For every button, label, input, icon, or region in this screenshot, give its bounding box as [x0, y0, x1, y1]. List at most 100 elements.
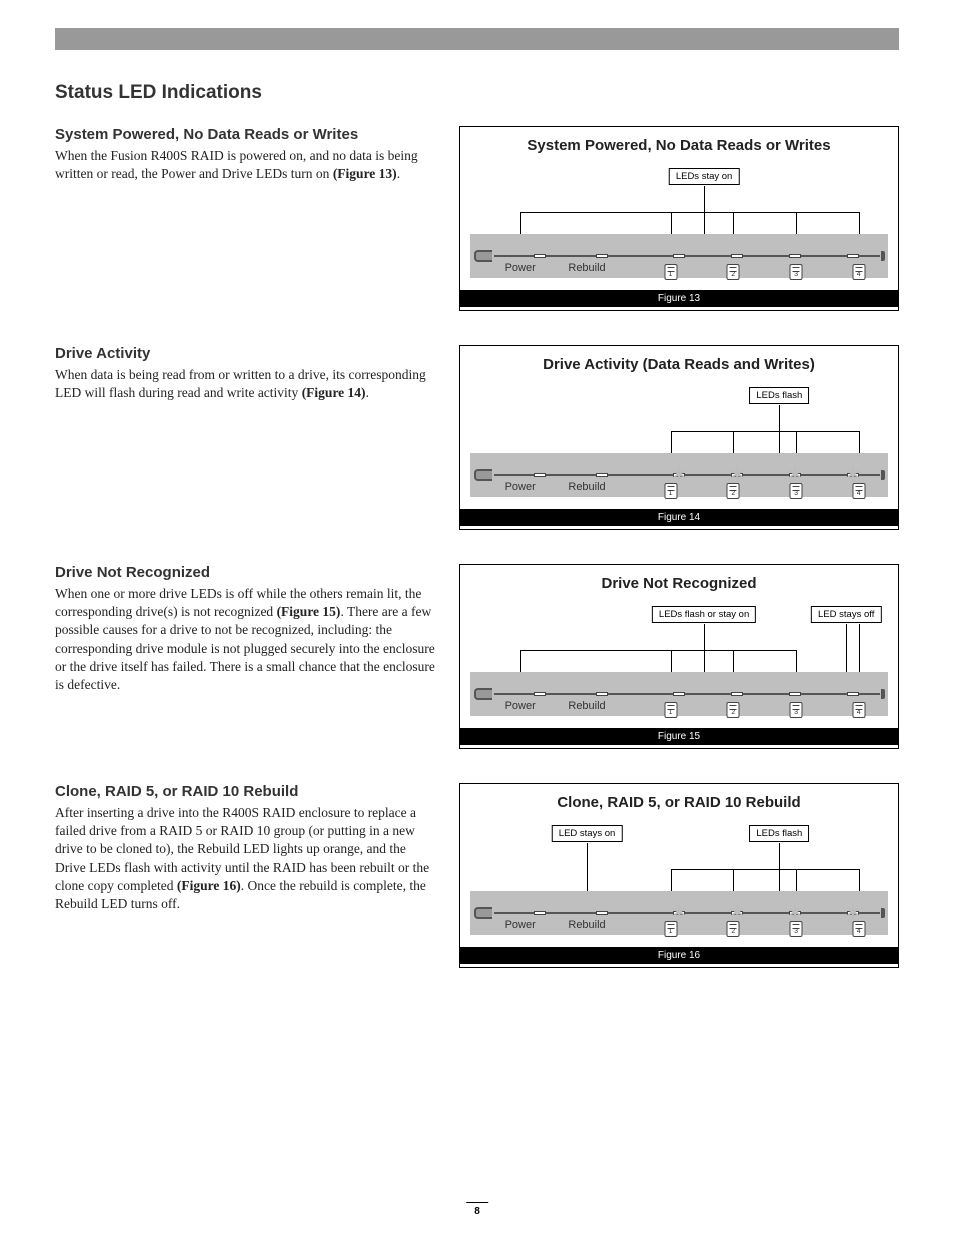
drive-number: 4	[853, 708, 864, 717]
drive-icon: 3	[790, 264, 803, 280]
section-heading: Clone, RAID 5, or RAID 10 Rebuild	[55, 783, 435, 800]
led-indicator	[534, 473, 546, 477]
section-heading: Drive Not Recognized	[55, 564, 435, 581]
led-indicator	[534, 254, 546, 258]
figure-caption: Figure 14	[460, 509, 898, 526]
led-indicator	[789, 254, 801, 258]
page-title: Status LED Indications	[55, 82, 899, 104]
label-row: PowerRebuild1234	[470, 481, 888, 499]
text-column: Clone, RAID 5, or RAID 10 Rebuild After i…	[55, 783, 435, 913]
figure: Drive Activity (Data Reads and Writes) LE…	[459, 345, 899, 530]
chassis: ✶✶✶✶PowerRebuild1234	[470, 891, 888, 935]
power-label: Power	[505, 919, 536, 931]
led-indicator	[596, 911, 608, 915]
led-indicator	[534, 911, 546, 915]
drive-number: 4	[853, 489, 864, 498]
figure: System Powered, No Data Reads or Writes L…	[459, 126, 899, 311]
text-column: Drive Not Recognized When one or more dri…	[55, 564, 435, 694]
body-bold: (Figure 15)	[277, 604, 341, 619]
drive-icon: 3	[790, 483, 803, 499]
drive-icon: 1	[664, 702, 677, 718]
led-indicator	[789, 692, 801, 696]
drive-number: 1	[665, 270, 676, 279]
figure-caption: Figure 13	[460, 290, 898, 307]
drive-icon: 2	[727, 921, 740, 937]
text-column: Drive ActivityWhen data is being read fr…	[55, 345, 435, 402]
drive-number: 3	[791, 489, 802, 498]
drive-number: 4	[853, 927, 864, 936]
label-row: PowerRebuild1234	[470, 262, 888, 280]
header-bar	[55, 28, 899, 50]
power-label: Power	[505, 481, 536, 493]
diagram: LEDs flash✶✶✶✶PowerRebuild1234	[470, 379, 888, 509]
body-bold: (Figure 13)	[333, 166, 397, 181]
section: System Powered, No Data Reads or Writes W…	[55, 126, 899, 311]
callout: LEDs flash	[749, 825, 809, 842]
callout: LEDs flash	[749, 387, 809, 404]
drive-icon: 2	[727, 483, 740, 499]
drive-icon: 4	[852, 264, 865, 280]
led-indicator	[847, 692, 859, 696]
drive-icon: 3	[790, 921, 803, 937]
drive-number: 1	[665, 927, 676, 936]
figure-title: Drive Not Recognized	[460, 565, 898, 598]
page-number: 8	[466, 1202, 488, 1217]
led-indicator	[847, 254, 859, 258]
led-indicator	[596, 254, 608, 258]
drive-number: 2	[728, 708, 739, 717]
callout: LEDs stay on	[669, 168, 740, 185]
body-post: .	[366, 385, 369, 400]
leader-line	[846, 624, 847, 676]
drive-icon: 2	[727, 264, 740, 280]
figure: Clone, RAID 5, or RAID 10 Rebuild LED sta…	[459, 783, 899, 968]
section: Drive Not Recognized When one or more dri…	[55, 564, 899, 749]
section-body: After inserting a drive into the R400S R…	[55, 804, 435, 913]
body-post: .	[397, 166, 400, 181]
body-bold: (Figure 14)	[302, 385, 366, 400]
section-body: When data is being read from or written …	[55, 366, 435, 402]
drive-number: 1	[665, 708, 676, 717]
drive-number: 2	[728, 489, 739, 498]
chassis: ✶✶✶✶PowerRebuild1234	[470, 453, 888, 497]
drive-number: 1	[665, 489, 676, 498]
figure: Drive Not RecognizedLEDs flash or stay o…	[459, 564, 899, 749]
led-indicator	[596, 692, 608, 696]
section-body: When the Fusion R400S RAID is powered on…	[55, 147, 435, 183]
section-heading: System Powered, No Data Reads or Writes	[55, 126, 435, 143]
diagram: LEDs stay onPowerRebuild1234	[470, 160, 888, 290]
drive-number: 2	[728, 270, 739, 279]
rebuild-label: Rebuild	[568, 700, 605, 712]
chassis: PowerRebuild1234	[470, 234, 888, 278]
drive-icon: 3	[790, 702, 803, 718]
body-pre: When data is being read from or written …	[55, 367, 426, 400]
section: Clone, RAID 5, or RAID 10 Rebuild After i…	[55, 783, 899, 968]
callout: LED stays off	[811, 606, 881, 623]
body-bold: (Figure 16)	[177, 878, 241, 893]
drive-number: 4	[853, 270, 864, 279]
power-label: Power	[505, 262, 536, 274]
drive-icon: 1	[664, 264, 677, 280]
drive-icon: 2	[727, 702, 740, 718]
chassis: PowerRebuild1234	[470, 672, 888, 716]
drive-icon: 1	[664, 483, 677, 499]
drive-icon: 4	[852, 702, 865, 718]
drive-number: 2	[728, 927, 739, 936]
leader-line	[520, 650, 796, 651]
led-indicator	[731, 692, 743, 696]
drive-icon: 1	[664, 921, 677, 937]
section-body: When one or more drive LEDs is off while…	[55, 585, 435, 694]
label-row: PowerRebuild1234	[470, 700, 888, 718]
figure-title: System Powered, No Data Reads or Writes	[460, 127, 898, 160]
figure-title: Drive Activity (Data Reads and Writes)	[460, 346, 898, 379]
callout: LED stays on	[552, 825, 623, 842]
leader-line	[671, 431, 859, 432]
led-indicator	[731, 254, 743, 258]
section: Drive ActivityWhen data is being read fr…	[55, 345, 899, 530]
drive-icon: 4	[852, 921, 865, 937]
figure-caption: Figure 16	[460, 947, 898, 964]
led-indicator	[596, 473, 608, 477]
diagram: LED stays onLEDs flash✶✶✶✶PowerRebuild12…	[470, 817, 888, 947]
leader-line	[520, 212, 859, 213]
figure-title: Clone, RAID 5, or RAID 10 Rebuild	[460, 784, 898, 817]
diagram: LEDs flash or stay onLED stays offPowerR…	[470, 598, 888, 728]
